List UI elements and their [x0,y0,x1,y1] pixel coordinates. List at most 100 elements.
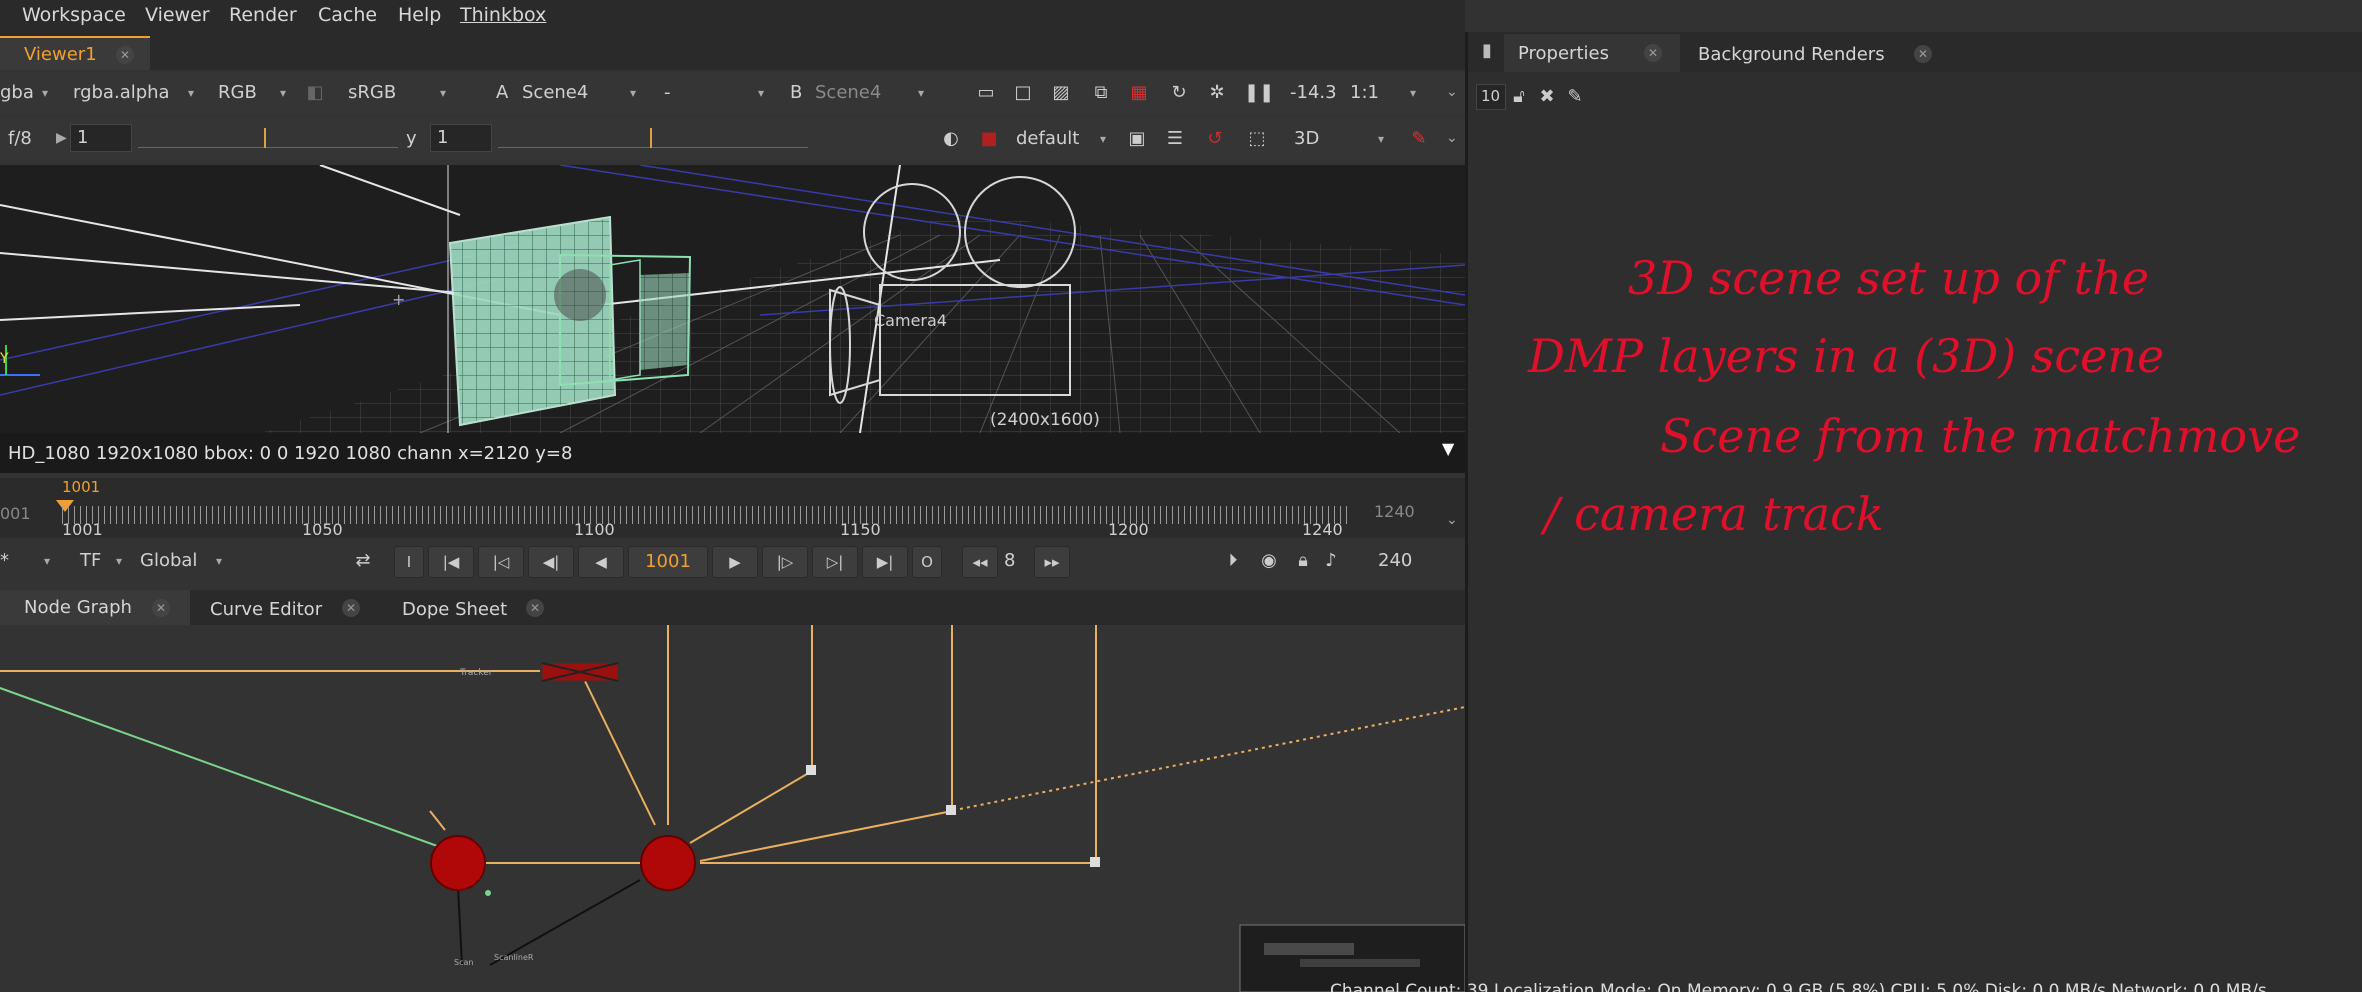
menu-thinkbox[interactable]: Thinkbox [460,4,546,26]
chevron-down-icon: ▾ [216,554,223,568]
select-rect-icon[interactable]: ⬚ [1246,128,1268,150]
viewer-viewport[interactable]: Y + Camera4 (2400x1600) [0,165,1465,433]
loop-icon[interactable]: ⇄ [352,550,374,572]
properties-pane: ▮ Properties ✕ Background Renders ✕ 10 🔓… [1468,32,2362,992]
gain-slider[interactable] [138,126,398,148]
decrement-button[interactable]: ◂◂ [962,546,998,578]
refresh-red-icon[interactable]: ↺ [1204,128,1226,150]
expand-icon[interactable]: ⌄ [1446,130,1458,146]
timeline-ruler[interactable] [62,506,1348,524]
panel-menu-icon[interactable]: ▮ [1476,40,1498,62]
max-panels-input[interactable]: 10 [1476,84,1506,110]
input-a-select[interactable]: Scene4 [522,82,588,103]
frame-icon[interactable]: □ [1012,82,1034,104]
play-forward-button[interactable]: ▶ [712,546,758,578]
resolution-label: (2400x1600) [990,410,1100,430]
menu-workspace[interactable]: Workspace [22,4,126,26]
lock-icon[interactable]: 🔒︎ [1292,550,1314,572]
tab-node-graph[interactable]: Node Graph ✕ [0,590,190,626]
refresh-icon[interactable]: ↻ [1168,82,1190,104]
stop-icon[interactable]: ◉ [1258,550,1280,572]
lut-select[interactable]: default [1016,128,1079,149]
close-icon[interactable]: ✕ [526,599,544,617]
lock-icon[interactable]: 🔓︎ [1508,86,1530,108]
close-icon[interactable]: ✕ [1644,44,1662,62]
tab-curve-editor[interactable]: Curve Editor ✕ [196,590,372,626]
scope-select[interactable]: Global [140,550,197,571]
increment-value[interactable]: 8 [1004,550,1015,571]
gamma-label: y [406,128,417,149]
prev-increment-button[interactable]: ◀| [528,546,574,578]
record-icon[interactable]: ■ [978,128,1000,150]
timeline-start-left: 001 [0,504,31,523]
chevron-down-icon[interactable]: ▾ [44,554,50,568]
audio-icon[interactable]: ♪ [1320,550,1342,572]
chevron-down-icon: ▾ [918,86,925,100]
tab-background-renders[interactable]: Background Renders ✕ [1690,34,1950,72]
menu-render[interactable]: Render [229,4,297,26]
operation-select[interactable]: - [664,82,671,103]
frame-field[interactable]: 1001 [628,546,708,578]
channels-left-select[interactable]: gba [0,82,34,103]
gain-input[interactable]: 1 [70,124,132,152]
annotation-line-1: 3D scene set up of the [1628,251,2149,305]
close-icon[interactable]: ✕ [116,46,134,64]
view-mode-select[interactable]: 3D [1294,128,1319,149]
pause-icon[interactable]: ❚❚ [1244,82,1274,104]
out-point-button[interactable]: O [912,546,942,578]
roi-icon[interactable]: ▭ [975,82,997,104]
zoom-select[interactable]: 1:1 [1350,82,1379,103]
tf-select[interactable]: TF [80,550,101,571]
clear-panels-icon[interactable]: ✖ [1536,86,1558,108]
last-frame-button[interactable]: ▶| [862,546,908,578]
next-key-button[interactable]: ▷| [812,546,858,578]
proxy-icon[interactable]: ◧ [304,82,326,104]
handwritten-annotation: 3D scene set up of the DMP layers in a (… [1527,251,2300,541]
in-point-button[interactable]: I [394,546,424,578]
input-b-select[interactable]: Scene4 [815,82,881,103]
close-icon[interactable]: ✕ [1914,45,1932,63]
channels-select[interactable]: rgba.alpha [73,82,170,103]
camera-icon[interactable]: ▣ [1126,128,1148,150]
close-icon[interactable]: ✕ [342,599,360,617]
tab-viewer1-label: Viewer1 [24,44,97,65]
increment-button[interactable]: ▸▸ [1034,546,1070,578]
settings-icon[interactable]: ✲ [1206,82,1228,104]
play-small-icon[interactable]: ▶ [56,130,67,146]
gamma-input[interactable]: 1 [430,124,492,152]
step-forward-button[interactable]: |▷ [762,546,808,578]
tab-dope-sheet[interactable]: Dope Sheet ✕ [386,590,556,626]
overlay-icon[interactable]: ⧉ [1090,82,1112,104]
prev-key-button[interactable]: |◁ [478,546,524,578]
display-select[interactable]: RGB [218,82,257,103]
timeline-tick-1100: 1100 [574,520,615,539]
menu-cache[interactable]: Cache [318,4,377,26]
scene-3d-graphic: Y + [0,165,1465,433]
zebra-icon[interactable]: ▨ [1050,82,1072,104]
fstop-label[interactable]: f/8 [8,128,32,149]
play-clip-icon[interactable]: ⏵ [1222,550,1244,572]
step-back-button[interactable]: ◀ [578,546,624,578]
svg-text:Scan: Scan [454,958,473,967]
node-graph[interactable]: Tracker Scan ScanlineR [0,625,1465,992]
triangle-down-icon[interactable]: ▼ [1442,439,1454,458]
colorspace-select[interactable]: sRGB [348,82,396,103]
light-icon[interactable]: ◐ [940,128,962,150]
expand-icon[interactable]: ⌄ [1446,512,1458,528]
expand-icon[interactable]: ⌄ [1446,84,1458,100]
clip-warning-icon[interactable]: ▦ [1128,82,1150,104]
layers-icon[interactable]: ☰ [1164,128,1186,150]
gamma-slider[interactable] [498,126,808,148]
pencil-icon[interactable]: ✎ [1564,86,1586,108]
fps-asterisk[interactable]: * [0,550,9,571]
tab-viewer1[interactable]: Viewer1 ✕ [0,36,150,70]
timeline[interactable]: 1001 001 1001 1050 1100 1150 1200 1240 1… [0,478,1465,539]
menu-help[interactable]: Help [398,4,441,26]
first-frame-button[interactable]: |◀ [428,546,474,578]
chevron-down-icon: ▾ [1378,132,1385,146]
info-text: HD_1080 1920x1080 bbox: 0 0 1920 1080 ch… [8,443,573,464]
menu-viewer[interactable]: Viewer [145,4,210,26]
pin-icon[interactable]: ✎ [1408,128,1430,150]
tab-properties[interactable]: Properties ✕ [1504,34,1680,72]
close-icon[interactable]: ✕ [152,599,170,617]
